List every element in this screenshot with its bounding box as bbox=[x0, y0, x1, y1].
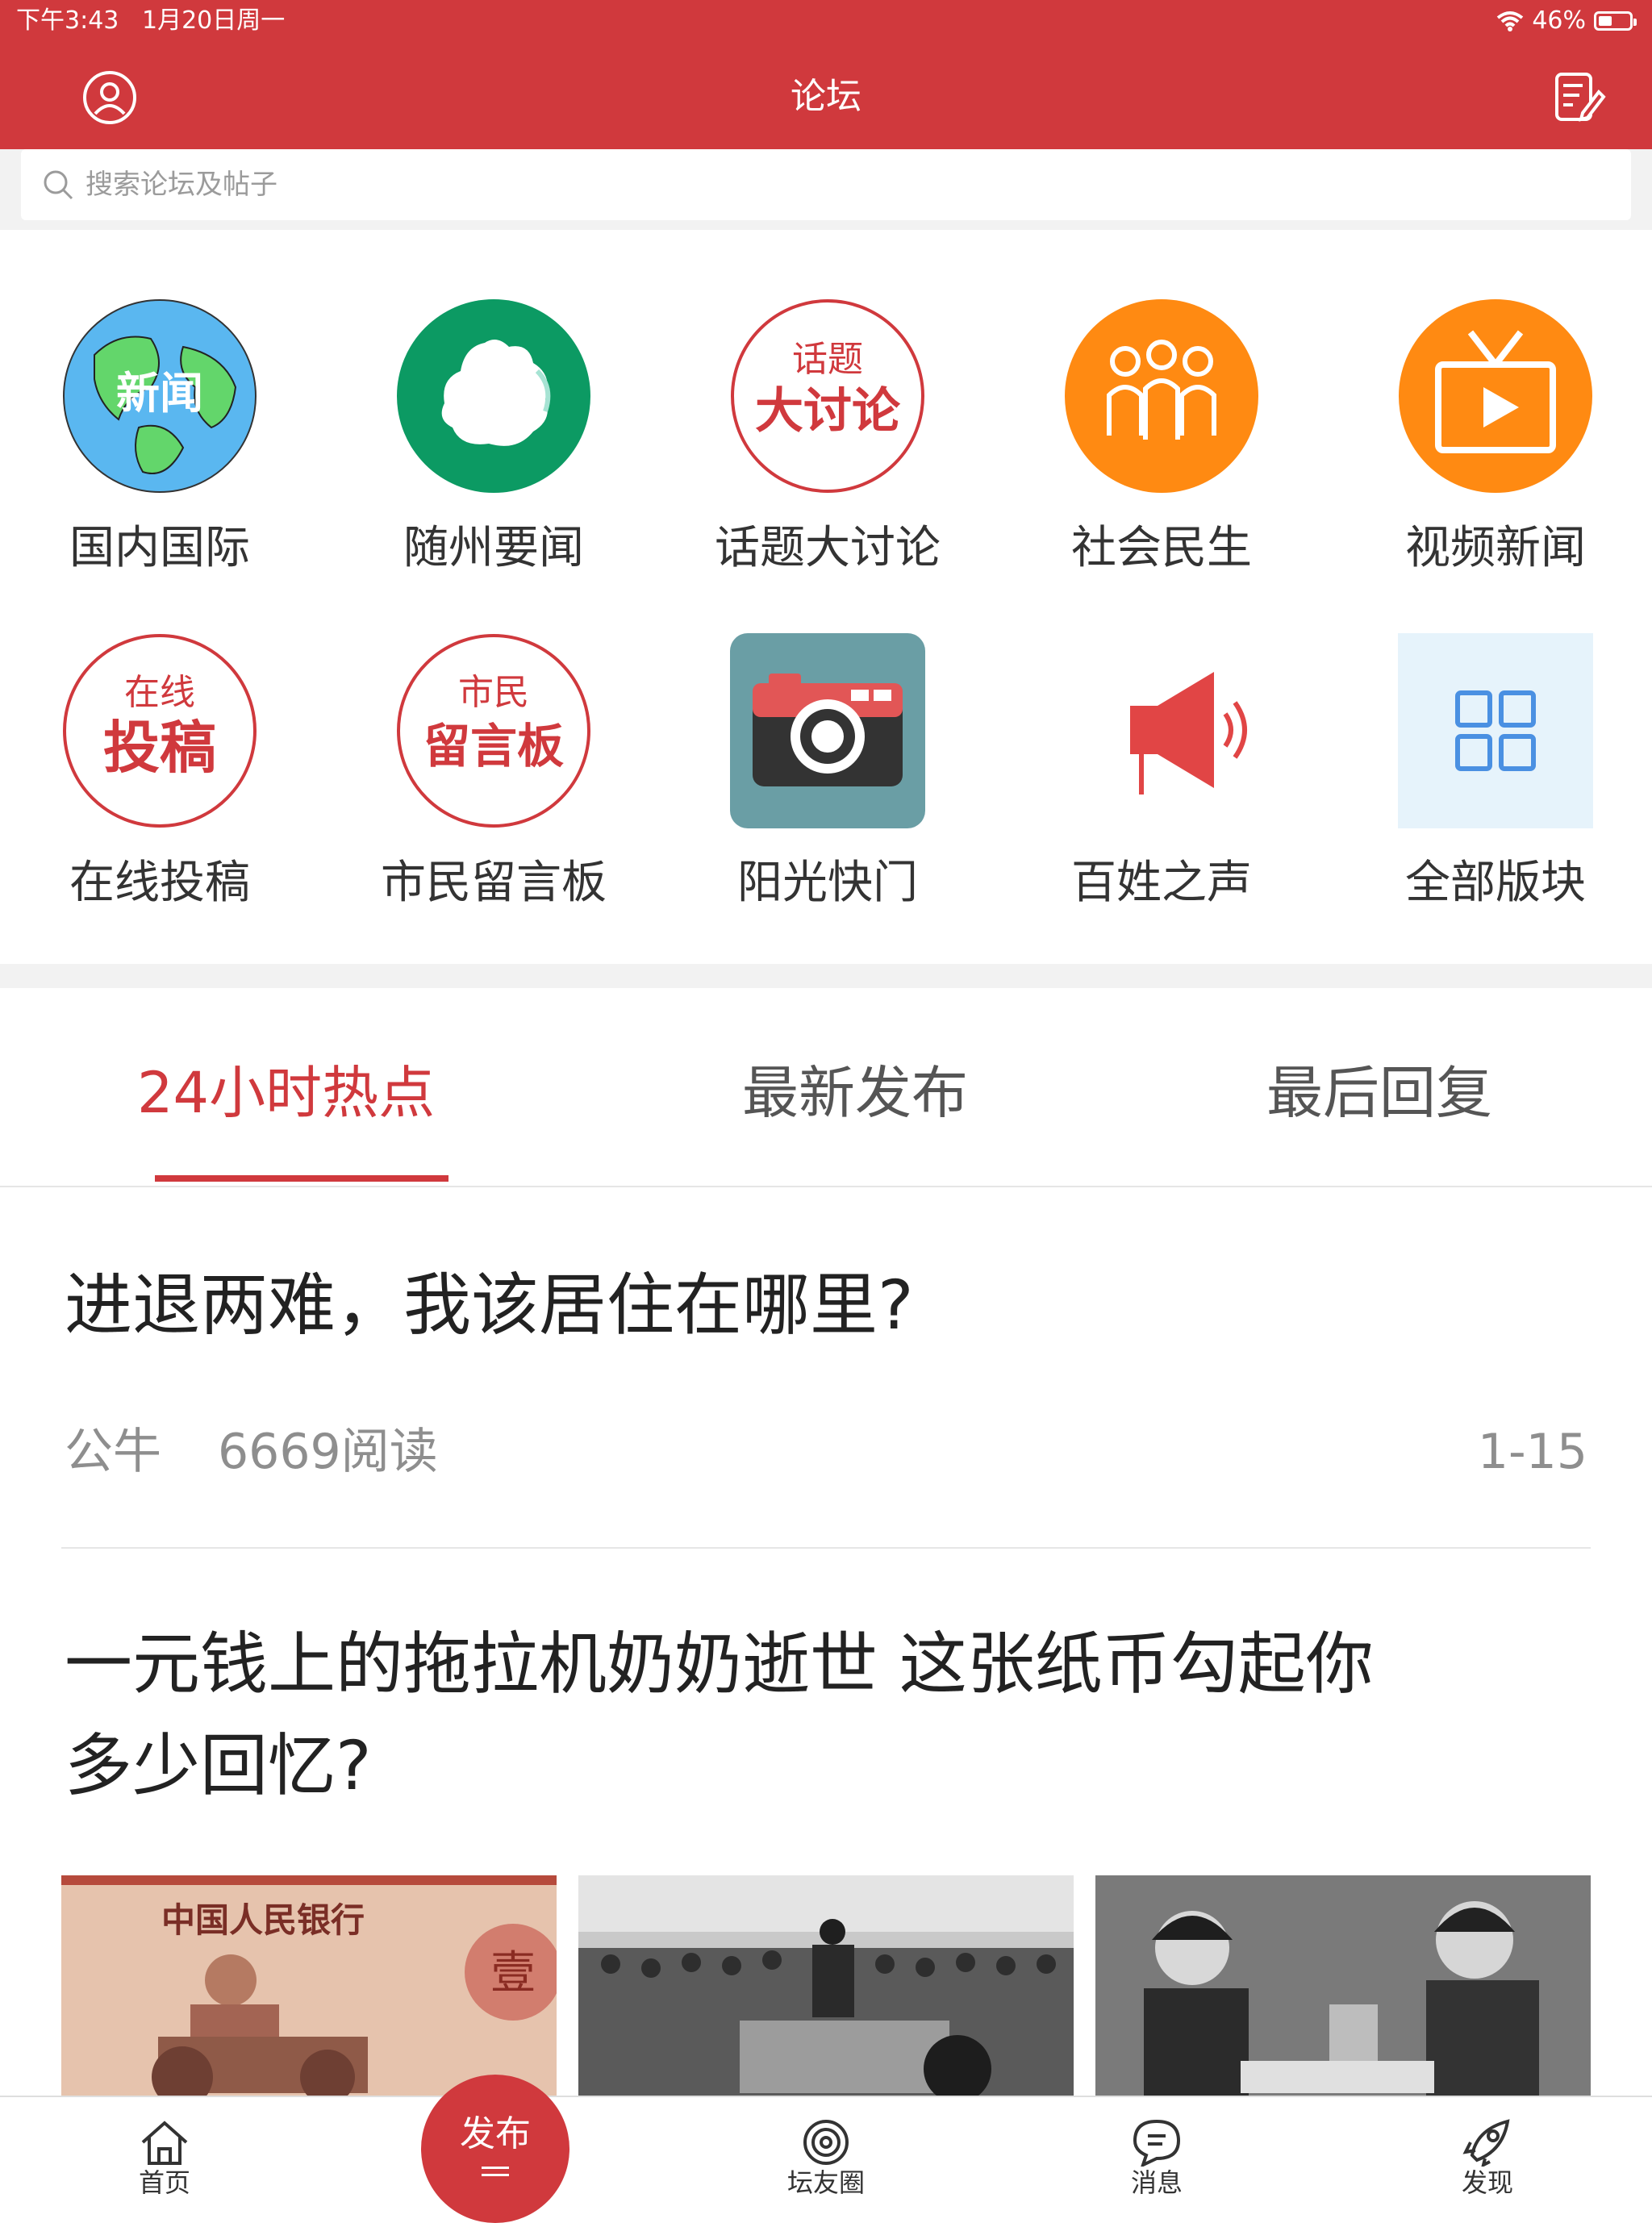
tab-24h-hot[interactable]: 24小时热点 bbox=[137, 1053, 435, 1133]
people-icon bbox=[1064, 298, 1259, 494]
topic-discussion-stamp-icon: 话题 大讨论 bbox=[730, 298, 925, 494]
nav-home[interactable]: 首页 bbox=[84, 2097, 245, 2199]
svg-text:留言板: 留言板 bbox=[423, 719, 564, 774]
svg-text:大讨论: 大讨论 bbox=[755, 383, 901, 440]
post-date: 1-15 bbox=[1477, 1424, 1587, 1480]
post-thumbnail-crowd-photo[interactable] bbox=[578, 1875, 1074, 2101]
category-video-news[interactable]: 视频新闻 bbox=[1358, 298, 1633, 581]
nav-messages[interactable]: 消息 bbox=[1076, 2097, 1237, 2199]
page-title: 论坛 bbox=[791, 76, 861, 117]
nav-circle[interactable]: 坛友圈 bbox=[745, 2097, 907, 2199]
category-label: 在线投稿 bbox=[69, 857, 250, 909]
status-time: 下午3:43 bbox=[16, 6, 119, 35]
active-tab-indicator bbox=[155, 1175, 448, 1182]
grid-icon bbox=[1398, 633, 1593, 828]
category-label: 话题大讨论 bbox=[715, 522, 941, 574]
message-board-stamp-icon: 市民 留言板 bbox=[396, 633, 591, 828]
post-thumbnail-handshake-photo[interactable] bbox=[1095, 1875, 1591, 2101]
category-people-voice[interactable]: 百姓之声 bbox=[1024, 633, 1299, 915]
post-author: 公牛 bbox=[65, 1424, 161, 1480]
svg-text:市民: 市民 bbox=[458, 672, 529, 713]
post-divider bbox=[61, 1547, 1591, 1549]
post-title[interactable]: 进退两难，我该居住在哪里? bbox=[65, 1254, 914, 1356]
nav-label-circle: 坛友圈 bbox=[786, 2167, 865, 2198]
tab-last-reply[interactable]: 最后回复 bbox=[1266, 1053, 1492, 1133]
battery-icon bbox=[1594, 11, 1637, 31]
category-label: 阳光快门 bbox=[737, 857, 918, 909]
category-all-boards[interactable]: 全部版块 bbox=[1358, 633, 1633, 915]
search-placeholder: 搜索论坛及帖子 bbox=[86, 169, 277, 201]
bottom-navigation: 首页 坛友圈 消息 发现 bbox=[0, 2096, 1652, 2205]
post-read-count: 6669阅读 bbox=[218, 1424, 438, 1480]
message-bubble-icon bbox=[1133, 2119, 1181, 2167]
section-separator bbox=[0, 964, 1652, 988]
nav-label-discover: 发现 bbox=[1461, 2167, 1513, 2198]
compose-icon[interactable] bbox=[1549, 68, 1607, 126]
circle-icon bbox=[803, 2120, 849, 2165]
status-bar-left: 下午3:43 1月20日周一 bbox=[16, 5, 285, 37]
rocket-icon bbox=[1462, 2119, 1510, 2167]
battery-percent: 46% bbox=[1532, 6, 1586, 35]
category-label: 全部版块 bbox=[1405, 857, 1586, 909]
feed-tabs: 24小时热点 最新发布 最后回复 bbox=[0, 988, 1652, 1187]
globe-news-icon: 新闻 bbox=[62, 298, 257, 494]
wifi-icon bbox=[1497, 11, 1524, 31]
category-message-board[interactable]: 市民 留言板 市民留言板 bbox=[357, 633, 631, 915]
nav-label-messages: 消息 bbox=[1130, 2167, 1183, 2198]
nav-discover[interactable]: 发现 bbox=[1407, 2097, 1568, 2199]
category-suizhou-yaowen[interactable]: 随州要闻 bbox=[357, 298, 631, 581]
post-title-line-1[interactable]: 一元钱上的拖拉机奶奶逝世 这张纸币勾起你 bbox=[65, 1613, 1374, 1715]
svg-text:壹: 壹 bbox=[490, 1947, 536, 2000]
menu-lines-icon bbox=[482, 2167, 509, 2176]
search-input[interactable]: 搜索论坛及帖子 bbox=[21, 149, 1631, 220]
svg-text:投稿: 投稿 bbox=[103, 714, 216, 781]
publish-label: 发布 bbox=[460, 2113, 531, 2154]
tv-play-icon bbox=[1398, 298, 1593, 494]
category-label: 视频新闻 bbox=[1405, 522, 1586, 574]
svg-text:在线: 在线 bbox=[124, 672, 195, 713]
category-label: 随州要闻 bbox=[403, 522, 584, 574]
publish-button[interactable]: 发布 bbox=[421, 2075, 569, 2223]
category-label: 国内国际 bbox=[69, 522, 250, 574]
suizhou-map-icon bbox=[396, 298, 591, 494]
app-header: 下午3:43 1月20日周一 46% 论坛 bbox=[0, 0, 1652, 149]
category-topic-discussion[interactable]: 话题 大讨论 话题大讨论 bbox=[690, 298, 965, 581]
post-title-line-2[interactable]: 多少回忆? bbox=[65, 1715, 372, 1816]
category-sunshine-shutter[interactable]: 阳光快门 bbox=[690, 633, 965, 915]
svg-text:中国人民银行: 中国人民银行 bbox=[161, 1900, 365, 1940]
post-thumbnail-banknote[interactable]: 中国人民银行 壹 bbox=[61, 1875, 557, 2101]
status-date: 1月20日周一 bbox=[141, 6, 286, 35]
svg-text:新闻: 新闻 bbox=[116, 368, 203, 419]
home-icon bbox=[141, 2121, 188, 2165]
status-bar-right: 46% bbox=[1496, 5, 1637, 37]
category-label: 社会民生 bbox=[1071, 522, 1252, 574]
category-label: 百姓之声 bbox=[1071, 857, 1252, 909]
category-online-submission[interactable]: 在线 投稿 在线投稿 bbox=[23, 633, 297, 915]
search-bar-container: 搜索论坛及帖子 bbox=[0, 149, 1652, 230]
svg-text:话题: 话题 bbox=[792, 339, 863, 380]
megaphone-icon bbox=[1064, 633, 1259, 828]
category-guonei-guoji[interactable]: 新闻 国内国际 bbox=[23, 298, 297, 581]
search-icon bbox=[44, 170, 73, 200]
category-label: 市民留言板 bbox=[381, 857, 607, 909]
tab-latest-published[interactable]: 最新发布 bbox=[742, 1053, 968, 1133]
camera-icon bbox=[730, 633, 925, 828]
online-submission-stamp-icon: 在线 投稿 bbox=[62, 633, 257, 828]
category-shehui-minsheng[interactable]: 社会民生 bbox=[1024, 298, 1299, 581]
nav-label-home: 首页 bbox=[138, 2167, 190, 2198]
